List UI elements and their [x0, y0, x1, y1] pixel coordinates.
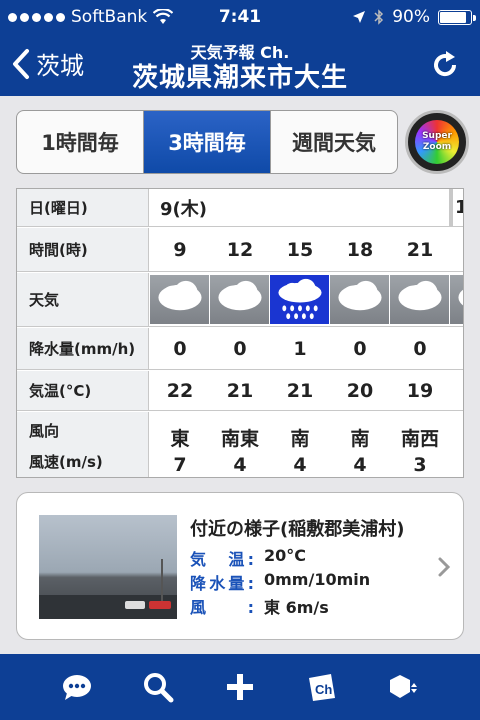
wind-row: 風向 風速(m/s) 東 7 南東 4 南 4 南 4 南西 3: [17, 412, 463, 477]
super-zoom-button[interactable]: Super Zoom: [405, 110, 469, 174]
bottom-toolbar: Ch: [0, 654, 480, 720]
precip-cell: 1: [293, 337, 307, 360]
wind-cell: 南東 4: [210, 412, 270, 477]
forecast-tabs: 1時間毎 3時間毎 週間天気: [16, 110, 398, 174]
add-button[interactable]: [223, 670, 257, 704]
cloud-icon: [210, 275, 269, 324]
cloud-icon: [450, 275, 463, 324]
add-icon: [226, 674, 253, 700]
temp-row: 気温(°C) 22 21 21 20 19: [17, 371, 463, 411]
weather-row-label: 天気: [17, 273, 149, 326]
rain-icon: [269, 274, 330, 325]
hour-cell: 18: [346, 238, 374, 261]
precip-cell: 0: [233, 337, 247, 360]
wind-speed: 3: [413, 454, 427, 476]
hour-row-label: 時間(時): [17, 228, 149, 271]
wind-row-label: 風向 風速(m/s): [17, 412, 149, 477]
tab-weekly[interactable]: 週間天気: [271, 111, 397, 173]
hour-cell: 21: [406, 238, 434, 261]
precip-row-label: 降水量(mm/h): [17, 328, 149, 369]
forecast-table: 日(曜日) 9(木) 1 時間(時) 9 12 15 18 21 天気 降水量(mm/h…: [16, 188, 464, 478]
bluetooth-icon: [374, 9, 384, 25]
wind-direction: 南東: [220, 428, 259, 450]
cloud-icon: [330, 275, 389, 324]
live-camera-image: [39, 515, 177, 619]
temp-cell: 21: [226, 379, 254, 402]
nearby-wind: 風 : 東 6m/s: [190, 598, 329, 617]
chat-icon: [62, 675, 91, 700]
wind-speed: 4: [353, 454, 367, 476]
nearby-temp: 気 温: 20°C: [190, 546, 307, 569]
search-icon: [144, 673, 174, 703]
nearby-title: 付近の様子(稲敷郡美浦村): [190, 519, 405, 540]
wind-cell: 南4: [330, 412, 390, 477]
settings-icon: [390, 675, 418, 698]
svg-text:Ch: Ch: [315, 682, 332, 697]
tab-3hourly[interactable]: 3時間毎: [144, 111, 271, 173]
super-zoom-icon: Super Zoom: [415, 120, 459, 164]
wind-direction: 南西: [400, 428, 439, 450]
temp-cell: 20: [346, 379, 374, 402]
wind-direction: 南: [350, 428, 370, 450]
hour-cell: 15: [286, 238, 314, 261]
refresh-icon[interactable]: [430, 50, 460, 80]
temp-cell: 19: [406, 379, 434, 402]
date-row-label: 日(曜日): [17, 189, 149, 226]
precip-cell: 0: [413, 337, 427, 360]
channel-button[interactable]: Ch: [305, 670, 339, 704]
precip-row: 降水量(mm/h) 0 0 1 0 0: [17, 328, 463, 370]
cloud-icon: [150, 275, 209, 324]
wind-speed: 7: [173, 454, 187, 476]
battery-percent: 90%: [392, 7, 430, 27]
status-bar: SoftBank 7:41 90%: [0, 0, 480, 36]
hour-cell: 12: [226, 238, 254, 261]
chat-button[interactable]: [60, 670, 94, 704]
chevron-right-icon: [438, 557, 451, 577]
wind-cell: 南西 3: [390, 412, 450, 477]
date-row: 日(曜日) 9(木) 1: [17, 189, 463, 227]
hour-row: 時間(時) 9 12 15 18 21: [17, 228, 463, 272]
hour-cell: 9: [173, 238, 187, 261]
temp-row-label: 気温(°C): [17, 371, 149, 410]
nearby-card[interactable]: 付近の様子(稲敷郡美浦村) 気 温: 20°C 降水量: 0mm/10min 風…: [16, 492, 464, 640]
wind-speed: 4: [233, 454, 247, 476]
search-button[interactable]: [141, 670, 175, 704]
wind-cell: 南4: [270, 412, 330, 477]
temp-cell: 21: [286, 379, 314, 402]
wind-speed: 4: [293, 454, 307, 476]
wind-cell: 東7: [150, 412, 210, 477]
page-title: 茨城県潮来市大生: [131, 63, 348, 93]
weather-row: 天気: [17, 273, 463, 327]
tab-hourly[interactable]: 1時間毎: [17, 111, 144, 173]
settings-button[interactable]: [386, 670, 420, 704]
wind-direction: 東: [170, 428, 190, 450]
date-next-partial: 1: [455, 189, 463, 226]
nearby-precip: 降水量: 0mm/10min: [190, 570, 371, 593]
location-icon: [353, 11, 366, 23]
date-value: 9(木): [160, 198, 207, 220]
precip-cell: 0: [173, 337, 187, 360]
cloud-icon: [390, 275, 449, 324]
battery-icon: [438, 9, 476, 25]
channel-icon: Ch: [308, 674, 335, 701]
wind-direction: 南: [290, 428, 310, 450]
temp-cell: 22: [166, 379, 194, 402]
precip-cell: 0: [353, 337, 367, 360]
nav-bar: 茨城 天気予報 Ch. 茨城県潮来市大生: [0, 36, 480, 96]
